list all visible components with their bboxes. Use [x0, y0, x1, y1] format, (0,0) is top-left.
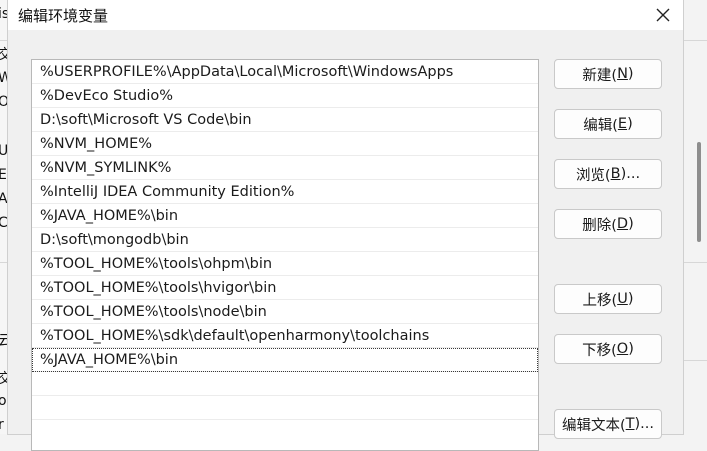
- list-item[interactable]: %TOOL_HOME%\tools\hvigor\bin: [32, 276, 538, 300]
- new-button-label: 新建(: [582, 67, 618, 84]
- new-button[interactable]: 新建(N): [554, 59, 662, 89]
- list-item[interactable]: %NVM_HOME%: [32, 132, 538, 156]
- list-item[interactable]: D:\soft\mongodb\bin: [32, 228, 538, 252]
- browse-button-label: 浏览(: [575, 167, 611, 184]
- list-item[interactable]: %NVM_SYMLINK%: [32, 156, 538, 180]
- edit-button-label-tail: ): [627, 116, 633, 132]
- edit-button-accesskey: E: [617, 116, 628, 132]
- edit-button[interactable]: 编辑(E): [554, 109, 662, 139]
- new-button-label-tail: ): [627, 66, 634, 82]
- new-button-accesskey: N: [617, 66, 628, 82]
- background-text: C: [0, 215, 8, 231]
- close-button[interactable]: [648, 0, 678, 30]
- background-divider: [0, 40, 8, 41]
- background-scrollbar-area: [683, 0, 707, 434]
- list-item-empty[interactable]: [32, 396, 538, 420]
- list-item[interactable]: %DevEco Studio%: [32, 84, 538, 108]
- path-listbox[interactable]: %USERPROFILE%\AppData\Local\Microsoft\Wi…: [31, 59, 539, 451]
- background-text: U: [0, 143, 8, 159]
- list-item[interactable]: %IntelliJ IDEA Community Edition%: [32, 180, 538, 204]
- delete-button-label: 删除(: [582, 217, 617, 234]
- background-text: A: [0, 191, 8, 207]
- background-divider: [684, 360, 707, 361]
- move-down-button-label: 下移(: [582, 342, 617, 359]
- background-divider: [684, 40, 707, 41]
- delete-button-label-tail: ): [628, 216, 634, 232]
- browse-button-accesskey: B: [610, 166, 621, 182]
- delete-button-accesskey: D: [616, 216, 629, 232]
- list-item[interactable]: %JAVA_HOME%\bin: [32, 204, 538, 228]
- list-item[interactable]: %TOOL_HOME%\sdk\default\openharmony\tool…: [32, 324, 538, 348]
- dialog-content: %USERPROFILE%\AppData\Local\Microsoft\Wi…: [8, 30, 683, 451]
- edit-text-button-accesskey: T: [625, 416, 635, 432]
- list-item-empty[interactable]: [32, 372, 538, 396]
- move-up-button-accesskey: U: [617, 291, 628, 307]
- edit-text-button[interactable]: 编辑文本(T)...: [554, 409, 662, 439]
- background-scrollbar-thumb[interactable]: [697, 142, 701, 242]
- list-item[interactable]: %USERPROFILE%\AppData\Local\Microsoft\Wi…: [32, 60, 538, 84]
- edit-env-var-dialog: 编辑环境变量 %USERPROFILE%\AppData\Local\Micro…: [8, 0, 683, 451]
- move-up-button-label: 上移(: [582, 292, 618, 309]
- delete-button[interactable]: 删除(D): [554, 209, 662, 239]
- dialog-titlebar: 编辑环境变量: [8, 0, 683, 30]
- background-text: o: [0, 393, 7, 409]
- list-item[interactable]: %TOOL_HOME%\tools\node\bin: [32, 300, 538, 324]
- list-item-selected[interactable]: %JAVA_HOME%\bin: [32, 348, 538, 372]
- browse-button-label-tail: )...: [620, 166, 641, 182]
- background-divider: [684, 262, 707, 263]
- dialog-title: 编辑环境变量: [18, 7, 109, 25]
- edit-text-button-label-tail: )...: [634, 416, 654, 432]
- move-down-button-accesskey: O: [616, 341, 629, 357]
- move-up-button-label-tail: ): [627, 291, 634, 307]
- background-text: r: [0, 417, 4, 433]
- edit-button-label: 编辑(: [583, 117, 618, 134]
- browse-button[interactable]: 浏览(B)...: [554, 159, 662, 189]
- list-item[interactable]: %TOOL_HOME%\tools\ohpm\bin: [32, 252, 538, 276]
- edit-text-button-label: 编辑文本(: [561, 417, 626, 434]
- move-down-button[interactable]: 下移(O): [554, 334, 662, 364]
- list-item[interactable]: D:\soft\Microsoft VS Code\bin: [32, 108, 538, 132]
- close-icon: [656, 8, 670, 22]
- move-up-button[interactable]: 上移(U): [554, 284, 662, 314]
- move-down-button-label-tail: ): [628, 341, 634, 357]
- background-divider: [0, 262, 8, 263]
- background-text: E: [0, 167, 7, 183]
